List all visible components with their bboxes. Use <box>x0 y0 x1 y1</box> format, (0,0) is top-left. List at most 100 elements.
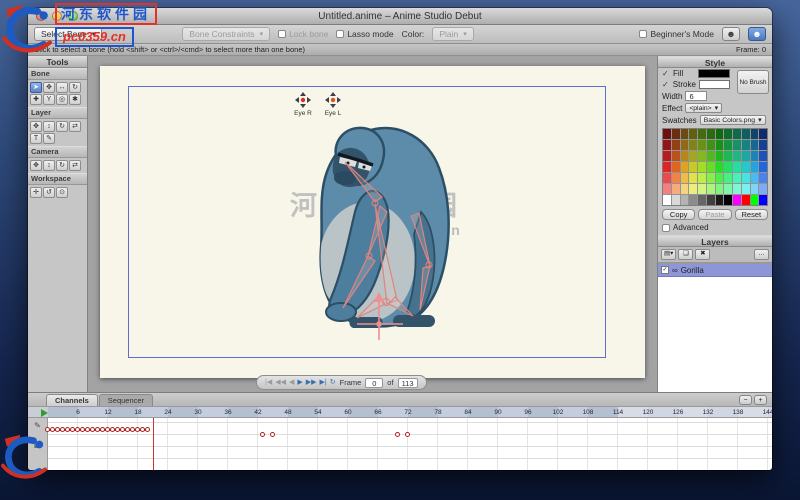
palette-swatch[interactable] <box>750 151 759 161</box>
scale-bone-tool[interactable]: ↔ <box>56 82 68 93</box>
new-layer-button[interactable]: ▤▾ <box>661 249 677 260</box>
layer-options-button[interactable]: … <box>754 249 769 260</box>
palette-swatch[interactable] <box>724 195 732 205</box>
palette-swatch[interactable] <box>698 151 706 161</box>
palette-swatch[interactable] <box>706 129 715 139</box>
palette-swatch[interactable] <box>698 162 706 172</box>
palette-swatch[interactable] <box>706 140 715 150</box>
palette-swatch[interactable] <box>733 129 741 139</box>
palette-swatch[interactable] <box>663 162 671 172</box>
palette-swatch[interactable] <box>706 173 715 183</box>
lock-bone-checkbox-box[interactable] <box>278 30 287 38</box>
palette-swatch[interactable] <box>759 140 767 150</box>
lasso-mode-checkbox[interactable]: Lasso mode <box>336 29 394 39</box>
copy-style-button[interactable]: Copy <box>662 209 696 220</box>
palette-swatch[interactable] <box>759 184 767 194</box>
color-dropdown[interactable]: Plain <box>432 27 474 41</box>
palette-swatch[interactable] <box>671 195 680 205</box>
palette-swatch[interactable] <box>733 195 741 205</box>
palette-swatch[interactable] <box>680 173 689 183</box>
reset-style-button[interactable]: Reset <box>734 209 768 220</box>
palette-swatch[interactable] <box>733 162 741 172</box>
fill-color-swatch[interactable] <box>698 69 730 78</box>
palette-swatch[interactable] <box>706 195 715 205</box>
palette-swatch[interactable] <box>724 140 732 150</box>
jump-end-button[interactable]: ▶| <box>320 379 327 386</box>
flip-layer-tool[interactable]: ⇄ <box>69 121 81 132</box>
palette-swatch[interactable] <box>689 173 697 183</box>
document-canvas[interactable]: 河东软件园 www.pc0359.cn <box>100 66 645 378</box>
palette-swatch[interactable] <box>715 129 724 139</box>
palette-swatch[interactable] <box>706 162 715 172</box>
palette-swatch[interactable] <box>724 129 732 139</box>
zoom-camera-tool[interactable]: ↕ <box>43 160 55 171</box>
palette-swatch[interactable] <box>715 162 724 172</box>
duplicate-layer-button[interactable]: ❏ <box>678 249 694 260</box>
palette-swatch[interactable] <box>741 195 750 205</box>
palette-swatch[interactable] <box>689 140 697 150</box>
palette-swatch[interactable] <box>680 162 689 172</box>
translate-layer-tool[interactable]: ✥ <box>30 121 42 132</box>
palette-swatch[interactable] <box>715 140 724 150</box>
timeline-cursor-line[interactable] <box>153 418 154 470</box>
track-camera-tool[interactable]: ✥ <box>30 160 42 171</box>
palette-swatch[interactable] <box>741 184 750 194</box>
palette-swatch[interactable] <box>680 195 689 205</box>
palette-swatch[interactable] <box>733 151 741 161</box>
palette-swatch[interactable] <box>663 195 671 205</box>
palette-swatch[interactable] <box>671 162 680 172</box>
zoom-workspace-tool[interactable]: ⊙ <box>56 187 68 198</box>
total-frames-input[interactable]: 113 <box>397 377 418 388</box>
palette-swatch[interactable] <box>724 162 732 172</box>
lock-bone-checkbox[interactable]: Lock bone <box>278 29 328 39</box>
jump-start-button[interactable]: |◀ <box>265 379 272 386</box>
palette-swatch[interactable] <box>715 184 724 194</box>
keyframe-dot[interactable] <box>260 432 265 437</box>
palette-swatch[interactable] <box>706 151 715 161</box>
pan-workspace-tool[interactable]: ✛ <box>30 187 42 198</box>
note-tool[interactable]: ✎ <box>43 133 55 144</box>
palette-swatch[interactable] <box>663 173 671 183</box>
palette-swatch[interactable] <box>689 151 697 161</box>
eye-r-bone-marker[interactable] <box>295 92 311 108</box>
palette-swatch[interactable] <box>724 184 732 194</box>
palette-swatch[interactable] <box>663 184 671 194</box>
palette-swatch[interactable] <box>759 129 767 139</box>
palette-swatch[interactable] <box>733 184 741 194</box>
palette-swatch[interactable] <box>680 140 689 150</box>
effect-dropdown[interactable]: <plain> <box>685 103 723 113</box>
stroke-check-icon[interactable]: ✓ <box>662 80 670 89</box>
layer-row[interactable]: ✓ ∞ Gorilla <box>658 264 772 277</box>
palette-swatch[interactable] <box>671 173 680 183</box>
palette-swatch[interactable] <box>741 151 750 161</box>
palette-swatch[interactable] <box>750 162 759 172</box>
step-back-button[interactable]: ◀ <box>289 379 294 386</box>
palette-swatch[interactable] <box>698 184 706 194</box>
swatches-dropdown[interactable]: Basic Colors.png <box>699 115 766 125</box>
roll-camera-tool[interactable]: ↻ <box>56 160 68 171</box>
timeline-grid[interactable]: ✎▦ <box>28 418 772 470</box>
advanced-checkbox[interactable] <box>662 223 670 232</box>
bone-strength-tool[interactable]: ◎ <box>56 94 68 105</box>
keyframe-dot[interactable] <box>405 432 410 437</box>
palette-swatch[interactable] <box>698 195 706 205</box>
manipulate-bones-tool[interactable]: ✱ <box>69 94 81 105</box>
frame-input[interactable]: 0 <box>365 377 384 388</box>
width-input[interactable]: 6 <box>685 91 708 101</box>
palette-swatch[interactable] <box>680 151 689 161</box>
palette-swatch[interactable] <box>671 140 680 150</box>
fill-check-icon[interactable]: ✓ <box>662 69 670 78</box>
palette-swatch[interactable] <box>750 173 759 183</box>
playhead-marker[interactable] <box>41 409 48 417</box>
palette-swatch[interactable] <box>733 140 741 150</box>
palette-swatch[interactable] <box>671 151 680 161</box>
timeline-zoom-in-button[interactable]: + <box>754 395 767 405</box>
prev-keyframe-button[interactable]: ◀◀ <box>275 379 286 386</box>
timeline-zoom-out-button[interactable]: − <box>739 395 752 405</box>
palette-swatch[interactable] <box>741 140 750 150</box>
palette-swatch[interactable] <box>759 195 767 205</box>
play-button[interactable]: ▶ <box>297 379 302 386</box>
palette-swatch[interactable] <box>724 173 732 183</box>
translate-bone-tool[interactable]: ✥ <box>43 82 55 93</box>
keyframe-dot[interactable] <box>145 427 150 432</box>
